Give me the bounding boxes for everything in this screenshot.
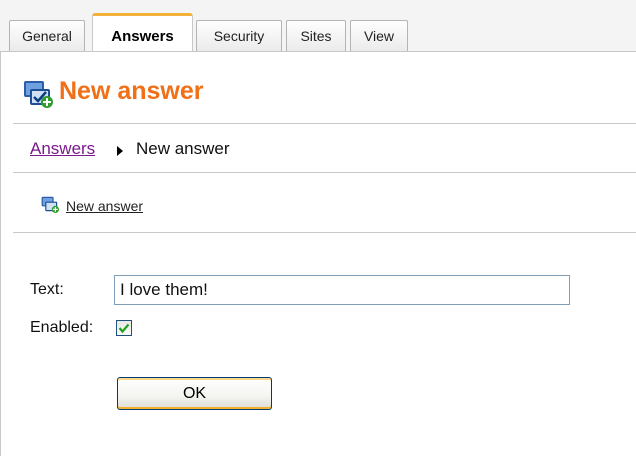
- checkmark-icon: [118, 323, 130, 334]
- tab-bar-divider: [0, 51, 636, 52]
- breadcrumb-parent-link[interactable]: Answers: [30, 139, 95, 159]
- divider: [13, 123, 636, 124]
- divider: [13, 232, 636, 233]
- page-title: New answer: [59, 77, 204, 105]
- tab-sites[interactable]: Sites: [286, 20, 346, 51]
- ok-button[interactable]: OK: [117, 377, 272, 410]
- tab-general[interactable]: General: [9, 20, 85, 51]
- divider: [13, 172, 636, 173]
- enabled-checkbox[interactable]: [116, 320, 132, 336]
- new-answer-link[interactable]: New answer: [66, 198, 143, 214]
- enabled-label: Enabled:: [30, 319, 94, 336]
- content-border: [0, 52, 1, 456]
- text-label: Text:: [30, 281, 64, 298]
- breadcrumb-current: New answer: [136, 139, 230, 158]
- tab-answers[interactable]: Answers: [92, 13, 193, 52]
- breadcrumb-arrow-icon: [117, 146, 123, 156]
- tab-security[interactable]: Security: [196, 20, 282, 51]
- tab-bar: General Answers Security Sites View: [0, 0, 636, 52]
- text-input[interactable]: [114, 275, 570, 305]
- new-answer-icon: [24, 81, 53, 108]
- tab-view[interactable]: View: [350, 20, 408, 51]
- new-answer-icon: [41, 196, 59, 213]
